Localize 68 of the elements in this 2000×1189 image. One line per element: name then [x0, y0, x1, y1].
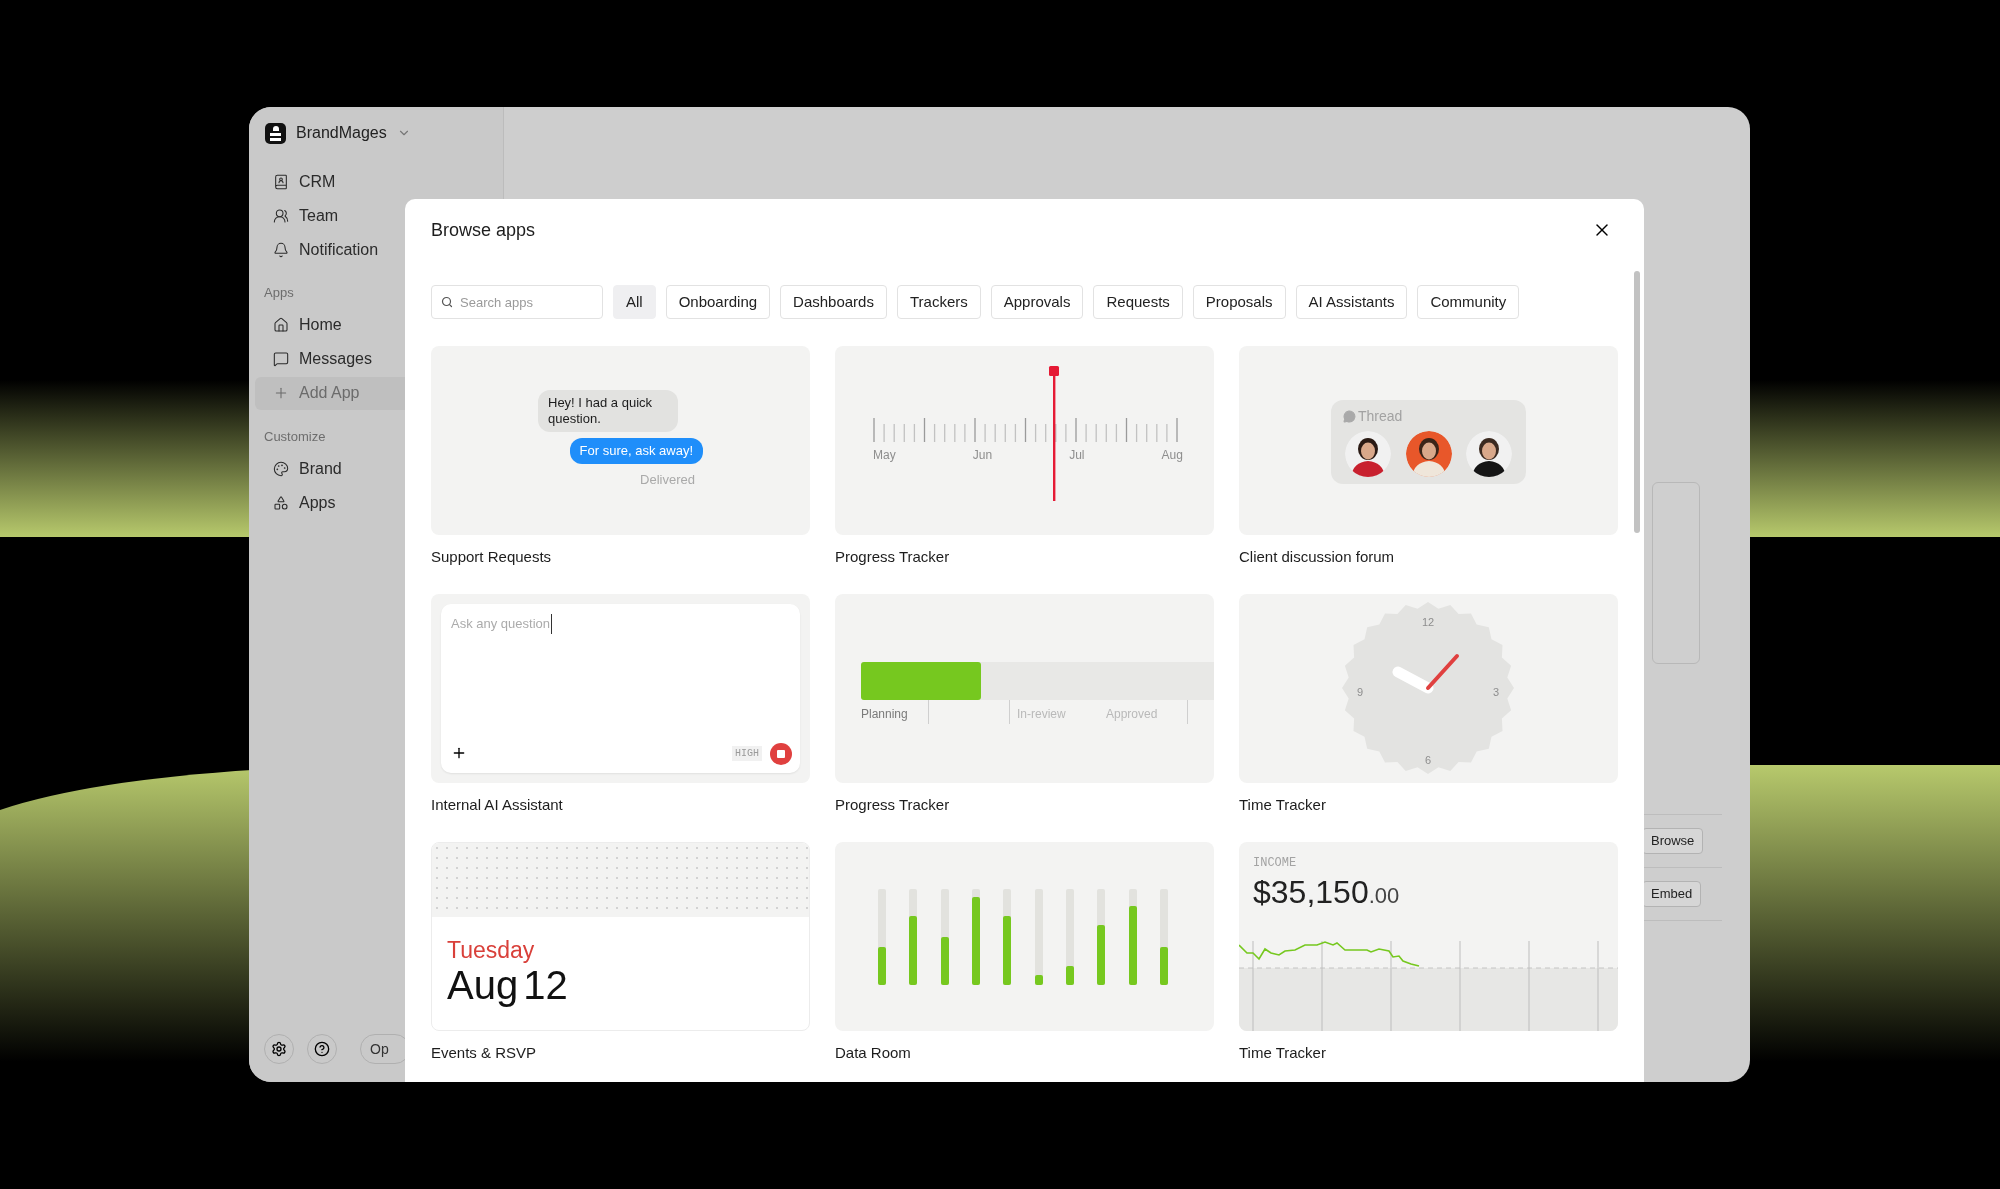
plus-icon: [273, 385, 289, 401]
sidebar-item[interactable]: CRM: [255, 165, 503, 198]
income-amount: $35,150.00: [1253, 873, 1400, 912]
chat-bubble: Hey! I had a quick question.: [538, 390, 678, 432]
settings-icon: [271, 1041, 287, 1057]
filter-chip[interactable]: Onboarding: [665, 285, 771, 319]
workspace-name[interactable]: BrandMages: [296, 121, 387, 145]
delivery-status: Delivered: [640, 471, 696, 489]
filter-chip[interactable]: Trackers: [896, 285, 981, 319]
month-label: Jun: [972, 447, 993, 464]
filter-chip[interactable]: Approvals: [990, 285, 1084, 319]
people-icon: [273, 207, 289, 224]
app-preview-card[interactable]: Planning In-review Approved: [835, 594, 1214, 783]
stage-label: In-review: [1009, 700, 1095, 724]
income-label: INCOME: [1253, 855, 1297, 872]
clock-numeral: 6: [1424, 754, 1432, 766]
clock-numeral: 12: [1421, 616, 1435, 628]
clock-numeral: 9: [1356, 686, 1364, 698]
filter-chip[interactable]: Dashboards: [780, 285, 887, 319]
filter-chip[interactable]: Community: [1417, 285, 1520, 319]
contact-book-icon: [273, 173, 289, 190]
app-name[interactable]: Time Tracker: [1239, 1043, 1618, 1063]
weekday: Tuesday: [447, 937, 536, 963]
thread-label: Thread: [1358, 407, 1403, 426]
app-preview-card[interactable]: Hey! I had a quick question. For sure, ask away! Delivered: [431, 346, 810, 535]
workspace-logo: [265, 122, 286, 144]
chat-bubble: For sure, ask away!: [569, 438, 703, 464]
app-name[interactable]: Data Room: [835, 1043, 1214, 1063]
bell-icon: [273, 241, 289, 258]
app-name[interactable]: Support Requests: [431, 547, 810, 567]
filter-chip[interactable]: AI Assistants: [1295, 285, 1408, 319]
month-label: Aug: [1161, 447, 1183, 464]
playhead-marker[interactable]: [1048, 366, 1060, 501]
filter-chip[interactable]: Requests: [1093, 285, 1183, 319]
filter-chip[interactable]: Proposals: [1192, 285, 1286, 319]
dialog-title: Browse apps: [431, 218, 536, 242]
action-button[interactable]: Embed: [1642, 881, 1702, 907]
month-label: May: [873, 447, 896, 464]
shapes-icon: [273, 494, 289, 511]
stop-button[interactable]: [770, 743, 792, 765]
help-icon: [314, 1041, 330, 1057]
stage-label: Approved: [1095, 700, 1188, 724]
day-number: 12: [523, 963, 568, 1007]
filter-chip[interactable]: All: [613, 285, 656, 319]
plus-icon[interactable]: [451, 745, 467, 761]
month-label: Jul: [1069, 447, 1085, 464]
search-field[interactable]: Search apps: [431, 285, 603, 319]
home-icon: [273, 317, 289, 333]
app-preview-card[interactable]: INCOME $35,150.00: [1239, 842, 1618, 1031]
section-heading: Apps: [264, 284, 294, 302]
month: Aug: [447, 963, 519, 1007]
clock-numeral: 3: [1492, 686, 1500, 698]
speech-bubble-icon: [1343, 410, 1356, 423]
chat-bubble-icon: [273, 351, 289, 367]
app-name[interactable]: Time Tracker: [1239, 795, 1618, 815]
action-button[interactable]: Browse: [1642, 828, 1704, 854]
app-name[interactable]: Internal AI Assistant: [431, 795, 810, 815]
scrollbar-thumb[interactable]: [1634, 271, 1640, 533]
section-heading: Customize: [264, 427, 326, 446]
palette-icon: [273, 460, 289, 477]
priority-badge: HIGH: [732, 746, 762, 761]
stage-label: Planning: [861, 700, 929, 724]
app-preview-card[interactable]: Tuesday Aug 12: [431, 842, 810, 1031]
app-name[interactable]: Progress Tracker: [835, 795, 1214, 815]
search-icon: [441, 296, 453, 308]
app-name[interactable]: Events & RSVP: [431, 1043, 810, 1063]
app-name[interactable]: Progress Tracker: [835, 547, 1214, 567]
app-name[interactable]: Client discussion forum: [1239, 547, 1618, 567]
